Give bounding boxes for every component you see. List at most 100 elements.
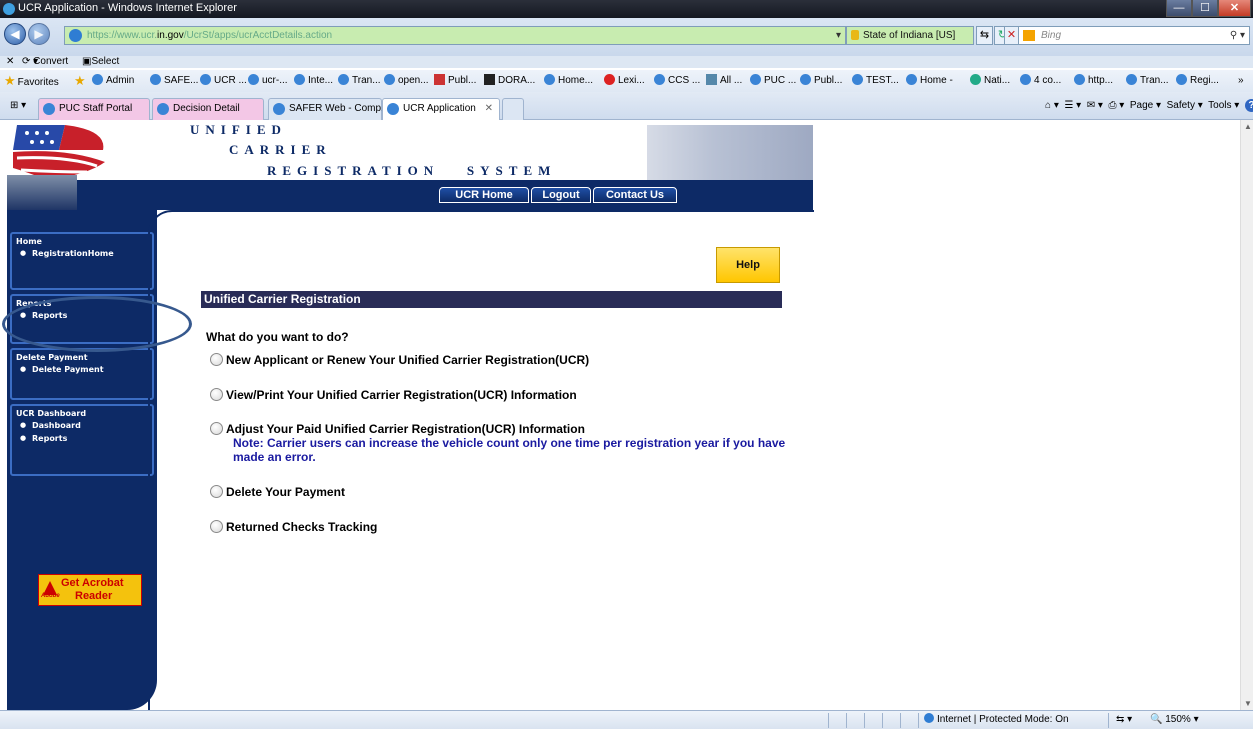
stop-icon[interactable]: ✕: [1004, 26, 1019, 45]
fav-item[interactable]: TEST...: [852, 70, 899, 92]
contact-us-button[interactable]: Contact Us: [593, 187, 677, 203]
page-icon: [150, 74, 161, 85]
fav-item[interactable]: ucr-...: [248, 70, 288, 92]
page-icon: [970, 74, 981, 85]
new-tab-button[interactable]: [502, 98, 524, 120]
scroll-down-icon[interactable]: ▼: [1244, 699, 1252, 708]
chevron-right-icon[interactable]: »: [1238, 70, 1244, 92]
sidebar-group-home: Home RegistrationHome: [10, 232, 154, 290]
scroll-up-icon[interactable]: ▲: [1244, 122, 1252, 131]
radio-button[interactable]: [210, 422, 223, 435]
minimize-button[interactable]: —: [1166, 0, 1192, 17]
security-zone[interactable]: Internet | Protected Mode: On: [924, 711, 1069, 729]
fav-item[interactable]: 4 co...: [1020, 70, 1061, 92]
toolbar-close-icon[interactable]: ✕: [6, 56, 14, 68]
convert-button[interactable]: ⟳ Convert ▾: [22, 56, 68, 68]
close-tab-icon[interactable]: ✕: [485, 99, 493, 119]
fav-item[interactable]: Publ...: [434, 70, 476, 92]
tab-ucr-application[interactable]: UCR Application ✕: [382, 98, 500, 120]
fav-item[interactable]: Admin: [92, 70, 134, 92]
zoom-control[interactable]: 🔍 150% ▾: [1150, 711, 1199, 729]
globe-icon: [924, 713, 934, 723]
sidebar-item-registration-home[interactable]: RegistrationHome: [16, 249, 148, 258]
add-favorite-icon[interactable]: ★: [74, 70, 88, 94]
tab-safer-web[interactable]: SAFER Web - Comp...: [268, 98, 389, 120]
radio-button[interactable]: [210, 353, 223, 366]
url-domain: in.gov: [157, 30, 184, 41]
option-returned-checks[interactable]: Returned Checks Tracking: [210, 520, 377, 534]
fav-item[interactable]: http...: [1074, 70, 1113, 92]
maximize-button[interactable]: ☐: [1192, 0, 1218, 17]
mail-icon[interactable]: ✉ ▾: [1087, 100, 1103, 111]
select-button[interactable]: ▣ Select: [82, 56, 119, 68]
search-input[interactable]: Bing ⚲ ▾: [1018, 26, 1250, 45]
quick-tabs-icon[interactable]: ⊞ ▾: [10, 100, 26, 111]
fav-item[interactable]: Tran...: [1126, 70, 1169, 92]
page-icon: [273, 103, 285, 115]
fav-item[interactable]: SAFE...: [150, 70, 198, 92]
page-menu[interactable]: Page ▾: [1130, 100, 1161, 111]
fav-item[interactable]: UCR ...: [200, 70, 247, 92]
fav-item[interactable]: Nati...: [970, 70, 1010, 92]
capitol-building-image: [647, 125, 813, 185]
vertical-scrollbar[interactable]: ▲ ▼: [1240, 120, 1253, 710]
sidebar-heading: Delete Payment: [16, 353, 88, 362]
fav-item[interactable]: PUC ...: [750, 70, 796, 92]
safety-menu[interactable]: Safety ▾: [1167, 100, 1203, 111]
fav-item[interactable]: Inte...: [294, 70, 333, 92]
back-button[interactable]: ◀: [4, 23, 26, 45]
home-icon[interactable]: ⌂ ▾: [1045, 100, 1059, 111]
radio-button[interactable]: [210, 520, 223, 533]
help-button[interactable]: Help: [716, 247, 780, 283]
tab-decision-detail[interactable]: Decision Detail: [152, 98, 264, 120]
radio-button[interactable]: [210, 485, 223, 498]
fav-item[interactable]: DORA...: [484, 70, 535, 92]
sidebar-item-delete-payment[interactable]: Delete Payment: [16, 365, 148, 374]
get-acrobat-reader-link[interactable]: Get Acrobat Reader Adobe: [38, 574, 142, 606]
sidebar-item-dashboard-reports[interactable]: Reports: [16, 434, 148, 443]
fav-item[interactable]: Tran...: [338, 70, 381, 92]
fav-item[interactable]: open...: [384, 70, 429, 92]
fav-item[interactable]: Home...: [544, 70, 593, 92]
tab-puc-staff-portal[interactable]: PUC Staff Portal: [38, 98, 150, 120]
close-window-button[interactable]: ✕: [1218, 0, 1251, 17]
sidebar-item-dashboard[interactable]: Dashboard: [16, 421, 148, 430]
favorites-button[interactable]: ★ Favorites: [4, 70, 59, 94]
adobe-brand: Adobe: [41, 593, 60, 599]
page-icon: [1126, 74, 1137, 85]
page-icon: [43, 103, 55, 115]
banner-title-registration-system: REGISTRATION SYSTEM: [267, 163, 557, 178]
print-icon[interactable]: ⎙ ▾: [1108, 100, 1124, 111]
option-new-or-renew[interactable]: New Applicant or Renew Your Unified Carr…: [210, 353, 589, 367]
address-bar[interactable]: https://www.ucr.in.gov/UcrSt/apps/ucrAcc…: [64, 26, 846, 45]
forward-button[interactable]: ▶: [28, 23, 50, 45]
compatibility-icon[interactable]: ⇆: [976, 26, 993, 45]
fav-item[interactable]: Publ...: [800, 70, 842, 92]
help-icon[interactable]: ?: [1244, 99, 1253, 112]
page-icon: [484, 74, 495, 85]
command-bar: ⌂ ▾ ☰ ▾ ✉ ▾ ⎙ ▾ Page ▾ Safety ▾ Tools ▾ …: [1045, 98, 1253, 114]
page-icon: [1020, 74, 1031, 85]
certificate-indicator[interactable]: State of Indiana [US]: [846, 26, 974, 45]
convert-label: Convert: [33, 56, 69, 67]
option-adjust-paid[interactable]: Adjust Your Paid Unified Carrier Registr…: [210, 422, 585, 436]
sidebar-heading: UCR Dashboard: [16, 409, 87, 418]
fav-item[interactable]: Home -: [906, 70, 953, 92]
fav-item[interactable]: CCS ...: [654, 70, 700, 92]
protected-mode-icon[interactable]: ⇆ ▾: [1116, 711, 1132, 729]
ucr-home-button[interactable]: UCR Home: [439, 187, 529, 203]
address-dropdown-icon[interactable]: ▾: [836, 27, 841, 44]
option-view-print[interactable]: View/Print Your Unified Carrier Registra…: [210, 388, 577, 402]
search-icon[interactable]: ⚲ ▾: [1230, 27, 1245, 44]
sidebar-group-ucr-dashboard: UCR Dashboard Dashboard Reports: [10, 404, 154, 476]
radio-button[interactable]: [210, 388, 223, 401]
fav-item[interactable]: Lexi...: [604, 70, 645, 92]
favorites-label: Favorites: [17, 77, 59, 88]
fav-item[interactable]: All ...: [706, 70, 742, 92]
tools-menu[interactable]: Tools ▾: [1208, 100, 1239, 111]
feeds-icon[interactable]: ☰ ▾: [1064, 100, 1081, 111]
fav-item[interactable]: Regi...: [1176, 70, 1219, 92]
page-icon: [800, 74, 811, 85]
logout-button[interactable]: Logout: [531, 187, 591, 203]
option-delete-payment[interactable]: Delete Your Payment: [210, 485, 345, 499]
